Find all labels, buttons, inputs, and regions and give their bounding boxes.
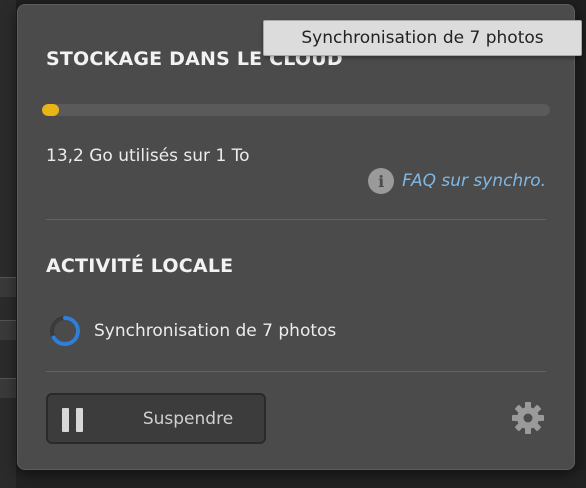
divider	[46, 219, 546, 220]
storage-progress-fill	[42, 104, 60, 116]
pause-icon	[62, 408, 84, 432]
faq-sync-link[interactable]: FAQ sur synchro.	[402, 171, 546, 191]
spinner-icon	[50, 316, 80, 346]
local-activity-title: ACTIVITÉ LOCALE	[46, 255, 234, 277]
sync-status-text: Synchronisation de 7 photos	[94, 321, 337, 341]
storage-usage-text: 13,2 Go utilisés sur 1 To	[46, 146, 250, 166]
background-app-bottom	[16, 470, 586, 488]
faq-sync-link-group[interactable]: i FAQ sur synchro.	[368, 168, 546, 194]
pause-sync-button[interactable]: Suspendre	[46, 393, 266, 444]
background-fragment	[0, 277, 16, 297]
background-fragment	[0, 378, 16, 398]
background-fragment	[0, 320, 16, 340]
sync-activity-row: Synchronisation de 7 photos	[48, 314, 336, 348]
pause-button-label: Suspendre	[142, 408, 234, 429]
storage-progress-bar	[42, 104, 550, 116]
gear-icon[interactable]	[511, 401, 545, 435]
tooltip: Synchronisation de 7 photos	[263, 20, 582, 56]
divider	[46, 371, 546, 372]
background-app-edge	[0, 0, 16, 488]
sync-status-popover: STOCKAGE DANS LE CLOUD 13,2 Go utilisés …	[17, 4, 575, 470]
info-icon[interactable]: i	[368, 168, 395, 194]
